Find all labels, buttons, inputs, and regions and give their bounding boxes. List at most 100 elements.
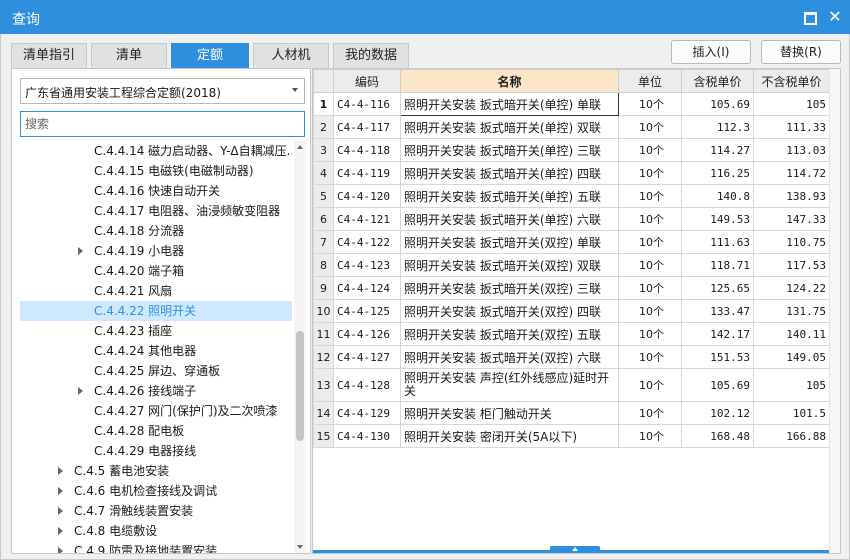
cell-tax-price[interactable]: 151.53 [681,345,754,369]
expand-arrow-icon[interactable] [58,527,63,535]
cell-code[interactable]: C4-4-126 [333,322,401,346]
cell-code[interactable]: C4-4-129 [333,401,401,425]
table-row[interactable]: 7 C4-4-122 照明开关安装 扳式暗开关(双控) 单联 10个 111.63 110… [313,230,830,254]
tree-node[interactable]: C.4.9 防雷及接地装置安装 [20,541,292,553]
tree-node[interactable]: C.4.4.21 风扇 [20,281,292,301]
tree-node[interactable]: C.4.4.23 插座 [20,321,292,341]
expand-arrow-icon[interactable] [58,547,63,553]
cell-unit[interactable]: 10个 [618,92,682,116]
tree-node[interactable]: C.4.7 滑触线装置安装 [20,501,292,521]
cell-notax-price[interactable]: 140.11 [753,322,830,346]
table-row[interactable]: 12 C4-4-127 照明开关安装 扳式暗开关(双控) 六联 10个 151.53 14… [313,345,830,369]
tree-node[interactable]: C.4.4.28 配电板 [20,421,292,441]
cell-tax-price[interactable]: 116.25 [681,161,754,185]
cell-notax-price[interactable]: 147.33 [753,207,830,231]
cell-notax-price[interactable]: 114.72 [753,161,830,185]
tree-node[interactable]: C.4.6 电机检查接线及调试 [20,481,292,501]
expand-arrow-icon[interactable] [78,387,83,395]
cell-unit[interactable]: 10个 [618,253,682,277]
cell-name[interactable]: 照明开关安装 扳式暗开关(单控) 四联 [400,161,619,185]
cell-tax-price[interactable]: 142.17 [681,322,754,346]
column-header-notax-price[interactable]: 不含税单价 [753,69,830,93]
cell-tax-price[interactable]: 112.3 [681,115,754,139]
tree-node[interactable]: C.4.4.16 快速自动开关 [20,181,292,201]
tree-node[interactable]: C.4.4.17 电阻器、油浸频敏变阻器 [20,201,292,221]
tree-node[interactable]: C.4.4.22 照明开关 [20,301,292,321]
cell-code[interactable]: C4-4-118 [333,138,401,162]
row-number[interactable]: 13 [313,368,334,402]
cell-notax-price[interactable]: 131.75 [753,299,830,323]
cell-name[interactable]: 照明开关安装 扳式暗开关(单控) 六联 [400,207,619,231]
tree-node[interactable]: C.4.4.25 屏边、穿通板 [20,361,292,381]
cell-unit[interactable]: 10个 [618,401,682,425]
cell-notax-price[interactable]: 105 [753,92,830,116]
row-number[interactable]: 8 [313,253,334,277]
row-number[interactable]: 9 [313,276,334,300]
row-number[interactable]: 5 [313,184,334,208]
tree-node[interactable]: C.4.4.14 磁力启动器、Y-Δ自耦减压... [20,141,292,161]
cell-tax-price[interactable]: 105.69 [681,368,754,402]
tab-labor-material-machine[interactable]: 人材机 [253,43,329,68]
expand-arrow-icon[interactable] [58,487,63,495]
column-header-unit[interactable]: 单位 [618,69,682,93]
cell-name[interactable]: 照明开关安装 扳式暗开关(单控) 三联 [400,138,619,162]
expand-arrow-icon[interactable] [58,467,63,475]
tab-quota[interactable]: 定额 [171,43,249,68]
column-header-tax-price[interactable]: 含税单价 [681,69,754,93]
cell-code[interactable]: C4-4-124 [333,276,401,300]
row-number[interactable]: 7 [313,230,334,254]
cell-code[interactable]: C4-4-130 [333,424,401,448]
cell-tax-price[interactable]: 105.69 [681,92,754,116]
tree-node[interactable]: C.4.4.24 其他电器 [20,341,292,361]
cell-notax-price[interactable]: 105 [753,368,830,402]
cell-tax-price[interactable]: 118.71 [681,253,754,277]
cell-notax-price[interactable]: 111.33 [753,115,830,139]
row-number[interactable]: 4 [313,161,334,185]
cell-unit[interactable]: 10个 [618,230,682,254]
tree-scrollbar[interactable] [294,141,306,553]
expand-arrow-icon[interactable] [58,507,63,515]
cell-name[interactable]: 照明开关安装 柜门触动开关 [400,401,619,425]
tab-list-guide[interactable]: 清单指引 [11,43,87,68]
row-number[interactable]: 10 [313,299,334,323]
cell-name[interactable]: 照明开关安装 扳式暗开关(单控) 单联 [400,92,619,116]
cell-unit[interactable]: 10个 [618,161,682,185]
tree-node[interactable]: C.4.5 蓄电池安装 [20,461,292,481]
cell-unit[interactable]: 10个 [618,115,682,139]
row-number[interactable]: 6 [313,207,334,231]
cell-name[interactable]: 照明开关安装 扳式暗开关(双控) 单联 [400,230,619,254]
cell-unit[interactable]: 10个 [618,207,682,231]
row-number[interactable]: 1 [313,92,334,116]
cell-unit[interactable]: 10个 [618,322,682,346]
table-row[interactable]: 3 C4-4-118 照明开关安装 扳式暗开关(单控) 三联 10个 114.27 113… [313,138,830,162]
table-row[interactable]: 4 C4-4-119 照明开关安装 扳式暗开关(单控) 四联 10个 116.25 114… [313,161,830,185]
cell-code[interactable]: C4-4-117 [333,115,401,139]
cell-name[interactable]: 照明开关安装 声控(红外线感应)延时开关 [400,368,619,402]
cell-name[interactable]: 照明开关安装 扳式暗开关(单控) 双联 [400,115,619,139]
cell-unit[interactable]: 10个 [618,368,682,402]
cell-code[interactable]: C4-4-116 [333,92,401,116]
cell-notax-price[interactable]: 113.03 [753,138,830,162]
row-number[interactable]: 15 [313,424,334,448]
cell-tax-price[interactable]: 114.27 [681,138,754,162]
table-row[interactable]: 15 C4-4-130 照明开关安装 密闭开关(5A以下) 10个 168.48 166.… [313,424,830,448]
row-number[interactable]: 14 [313,401,334,425]
table-row[interactable]: 9 C4-4-124 照明开关安装 扳式暗开关(双控) 三联 10个 125.65 124… [313,276,830,300]
cell-tax-price[interactable]: 125.65 [681,276,754,300]
cell-unit[interactable]: 10个 [618,276,682,300]
cell-unit[interactable]: 10个 [618,345,682,369]
table-row[interactable]: 6 C4-4-121 照明开关安装 扳式暗开关(单控) 六联 10个 149.53 147… [313,207,830,231]
cell-name[interactable]: 照明开关安装 扳式暗开关(双控) 六联 [400,345,619,369]
cell-notax-price[interactable]: 149.05 [753,345,830,369]
row-number[interactable]: 11 [313,322,334,346]
cell-notax-price[interactable]: 138.93 [753,184,830,208]
cell-unit[interactable]: 10个 [618,138,682,162]
row-number[interactable]: 2 [313,115,334,139]
scroll-up-icon[interactable] [297,145,303,149]
cell-name[interactable]: 照明开关安装 密闭开关(5A以下) [400,424,619,448]
tree-node[interactable]: C.4.4.15 电磁铁(电磁制动器) [20,161,292,181]
cell-name[interactable]: 照明开关安装 扳式暗开关(双控) 五联 [400,322,619,346]
cell-notax-price[interactable]: 110.75 [753,230,830,254]
table-row[interactable]: 11 C4-4-126 照明开关安装 扳式暗开关(双控) 五联 10个 142.17 14… [313,322,830,346]
table-row[interactable]: 1 C4-4-116 照明开关安装 扳式暗开关(单控) 单联 10个 105.69 105 [313,92,830,116]
